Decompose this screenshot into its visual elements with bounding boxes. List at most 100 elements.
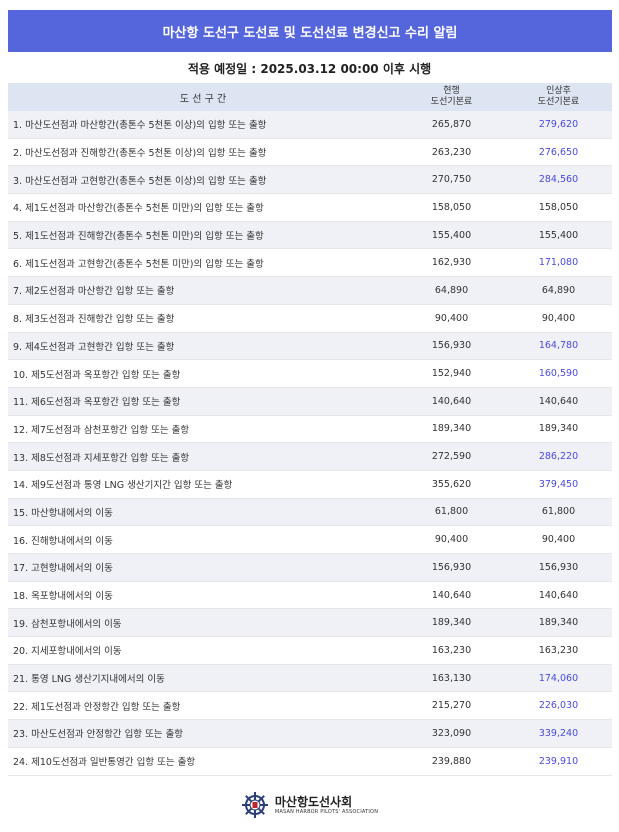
row-new-fee: 339,240: [538, 727, 579, 739]
row-new-fee: 189,340: [538, 617, 579, 629]
row-current-fee: 156,930: [431, 340, 472, 352]
row-new-fee: 239,910: [538, 755, 579, 767]
row-new-fee: 163,230: [538, 644, 579, 656]
row-section: 3. 마산도선점과 고현항간(총톤수 5천톤 이상)의 입항 또는 출항: [13, 175, 267, 187]
row-new-fee: 189,340: [538, 423, 579, 435]
row-section: 24. 제10도선점과 일반통영간 입항 또는 출항: [13, 757, 196, 769]
table-row: 6. 제1도선점과 고현항간(총톤수 5천톤 미만)의 입항 또는 출항 162,…: [8, 249, 612, 278]
row-new-fee: 284,560: [538, 174, 579, 186]
notice-title: 마산항 도선구 도선료 및 도선선료 변경신고 수리 알림: [162, 25, 458, 41]
row-new-fee: 171,080: [538, 257, 579, 269]
table-row: 8. 제3도선점과 진해항간 입항 또는 출항 90,400 90,400: [8, 305, 612, 333]
table-row: 22. 제1도선점과 안정항간 입항 또는 출항 215,270 226,030: [8, 692, 612, 721]
row-section: 16. 진해항내에서의 이동: [13, 535, 113, 547]
row-section: 15. 마산항내에서의 이동: [13, 507, 113, 519]
table-row: 13. 제8도선점과 지세포항간 입항 또는 출항 272,590 286,220: [8, 443, 612, 471]
row-current-fee: 263,230: [431, 146, 472, 158]
table-row: 23. 마산도선점과 안정항간 입항 또는 출항 323,090 339,240: [8, 720, 612, 748]
org-logo-text: 마산항도선사회 MASAN HARBOR PILOTS' ASSOCIATION: [275, 795, 378, 816]
table-row: 19. 삼천포항내에서의 이동 189,340 189,340: [8, 609, 612, 638]
table-row: 24. 제10도선점과 일반통영간 입항 또는 출항 239,880 239,910: [8, 748, 612, 776]
row-new-fee: 276,650: [538, 146, 579, 158]
table-row: 20. 지세포항내에서의 이동 163,230 163,230: [8, 637, 612, 665]
table-row: 7. 제2도선점과 마산항간 입항 또는 출항 64,890 64,890: [8, 277, 612, 305]
table-row: 3. 마산도선점과 고현항간(총톤수 5천톤 이상)의 입항 또는 출항 270,…: [8, 166, 612, 195]
row-section: 9. 제4도선점과 고현항간 입항 또는 출항: [13, 341, 175, 353]
row-current-fee: 272,590: [431, 451, 472, 463]
table-row: 18. 옥포항내에서의 이동 140,640 140,640: [8, 582, 612, 610]
org-name-en: MASAN HARBOR PILOTS' ASSOCIATION: [274, 808, 379, 815]
table-header: 도 선 구 간 현행 도선기본료 인상후 도선기본료: [8, 83, 612, 111]
row-section: 12. 제7도선점과 삼천포항간 입항 또는 출항: [13, 424, 190, 436]
table-row: 4. 제1도선점과 마산항간(총톤수 5천톤 미만)의 입항 또는 출항 158,…: [8, 194, 612, 222]
row-new-fee: 140,640: [538, 395, 579, 407]
row-section: 18. 옥포항내에서의 이동: [13, 591, 113, 603]
row-current-fee: 163,230: [431, 644, 472, 656]
row-current-fee: 215,270: [431, 700, 472, 712]
row-new-fee: 379,450: [538, 478, 579, 490]
table-row: 9. 제4도선점과 고현항간 입항 또는 출항 156,930 164,780: [8, 332, 612, 361]
row-current-fee: 270,750: [431, 174, 472, 186]
row-current-fee: 355,620: [431, 478, 472, 490]
table-row: 21. 통영 LNG 생산기지내에서의 이동 163,130 174,060: [8, 664, 612, 693]
footer: 마산항도선사회 MASAN HARBOR PILOTS' ASSOCIATION: [0, 788, 619, 822]
table-row: 14. 제9도선점과 통영 LNG 생산기지간 입항 또는 출항 355,620 3…: [8, 471, 612, 499]
row-section: 13. 제8도선점과 지세포항간 입항 또는 출항: [13, 452, 190, 464]
row-current-fee: 61,800: [434, 506, 469, 518]
row-current-fee: 158,050: [431, 201, 472, 213]
row-current-fee: 90,400: [434, 312, 469, 324]
table-row: 12. 제7도선점과 삼천포항간 입항 또는 출항 189,340 189,340: [8, 416, 612, 444]
table-row: 10. 제5도선점과 옥포항간 입항 또는 출항 152,940 160,590: [8, 360, 612, 388]
table-row: 5. 제1도선점과 진해항간(총톤수 5천톤 미만)의 입항 또는 출항 155,…: [8, 221, 612, 250]
row-current-fee: 155,400: [431, 229, 472, 241]
row-section: 4. 제1도선점과 마산항간(총톤수 5천톤 미만)의 입항 또는 출항: [13, 203, 264, 215]
row-section: 8. 제3도선점과 진해항간 입항 또는 출항: [13, 314, 175, 326]
table-row: 17. 고현항내에서의 이동 156,930 156,930: [8, 554, 612, 582]
fee-table-body: 1. 마산도선점과 마산항간(총톤수 5천톤 이상)의 입항 또는 출항 265,…: [8, 111, 612, 776]
row-section: 10. 제5도선점과 옥포항간 입항 또는 출항: [13, 369, 181, 381]
row-new-fee: 156,930: [538, 561, 579, 573]
row-section: 1. 마산도선점과 마산항간(총톤수 5천톤 이상)의 입항 또는 출항: [13, 120, 267, 132]
row-current-fee: 156,930: [431, 561, 472, 573]
row-new-fee: 286,220: [538, 451, 579, 463]
table-row: 15. 마산항내에서의 이동 61,800 61,800: [8, 498, 612, 527]
row-current-fee: 323,090: [431, 727, 472, 739]
table-row: 1. 마산도선점과 마산항간(총톤수 5천톤 이상)의 입항 또는 출항 265,…: [8, 111, 612, 139]
row-section: 14. 제9도선점과 통영 LNG 생산기지간 입항 또는 출항: [13, 480, 233, 492]
row-current-fee: 163,130: [431, 672, 472, 684]
row-new-fee: 140,640: [538, 589, 579, 601]
col-section-header: 도 선 구 간: [179, 93, 227, 105]
row-new-fee: 158,050: [538, 201, 579, 213]
notice-title-banner: 마산항 도선구 도선료 및 도선선료 변경신고 수리 알림: [8, 10, 612, 52]
effective-date: 적용 예정일 : 2025.03.12 00:00 이후 시행: [187, 62, 432, 76]
row-section: 23. 마산도선점과 안정항간 입항 또는 출항: [13, 729, 184, 741]
row-new-fee: 174,060: [538, 672, 579, 684]
row-current-fee: 140,640: [431, 589, 472, 601]
table-row: 16. 진해항내에서의 이동 90,400 90,400: [8, 526, 612, 554]
row-section: 22. 제1도선점과 안정항간 입항 또는 출항: [13, 701, 181, 713]
row-new-fee: 226,030: [538, 700, 579, 712]
row-section: 5. 제1도선점과 진해항간(총톤수 5천톤 미만)의 입항 또는 출항: [13, 231, 264, 243]
row-new-fee: 164,780: [538, 340, 579, 352]
row-new-fee: 160,590: [538, 368, 579, 380]
row-new-fee: 90,400: [541, 312, 576, 324]
row-current-fee: 189,340: [431, 617, 472, 629]
row-current-fee: 140,640: [431, 395, 472, 407]
col-current-header: 현행 도선기본료: [430, 86, 473, 107]
org-name: 마산항도선사회: [274, 794, 353, 809]
table-row: 2. 마산도선점과 진해항간(총톤수 5천톤 이상)의 입항 또는 출항 263,…: [8, 139, 612, 167]
row-section: 19. 삼천포항내에서의 이동: [13, 618, 122, 630]
row-current-fee: 265,870: [431, 118, 472, 130]
row-current-fee: 162,930: [431, 257, 472, 269]
row-section: 6. 제1도선점과 고현항간(총톤수 5천톤 미만)의 입항 또는 출항: [13, 258, 264, 270]
row-section: 20. 지세포항내에서의 이동: [13, 646, 122, 658]
row-current-fee: 64,890: [434, 284, 469, 296]
row-current-fee: 189,340: [431, 423, 472, 435]
table-row: 11. 제6도선점과 옥포항간 입항 또는 출항 140,640 140,640: [8, 387, 612, 416]
row-current-fee: 90,400: [434, 534, 469, 546]
row-section: 17. 고현항내에서의 이동: [13, 563, 113, 575]
row-section: 2. 마산도선점과 진해항간(총톤수 5천톤 이상)의 입항 또는 출항: [13, 148, 267, 160]
row-section: 7. 제2도선점과 마산항간 입항 또는 출항: [13, 286, 175, 298]
row-new-fee: 61,800: [541, 506, 576, 518]
row-current-fee: 152,940: [431, 368, 472, 380]
